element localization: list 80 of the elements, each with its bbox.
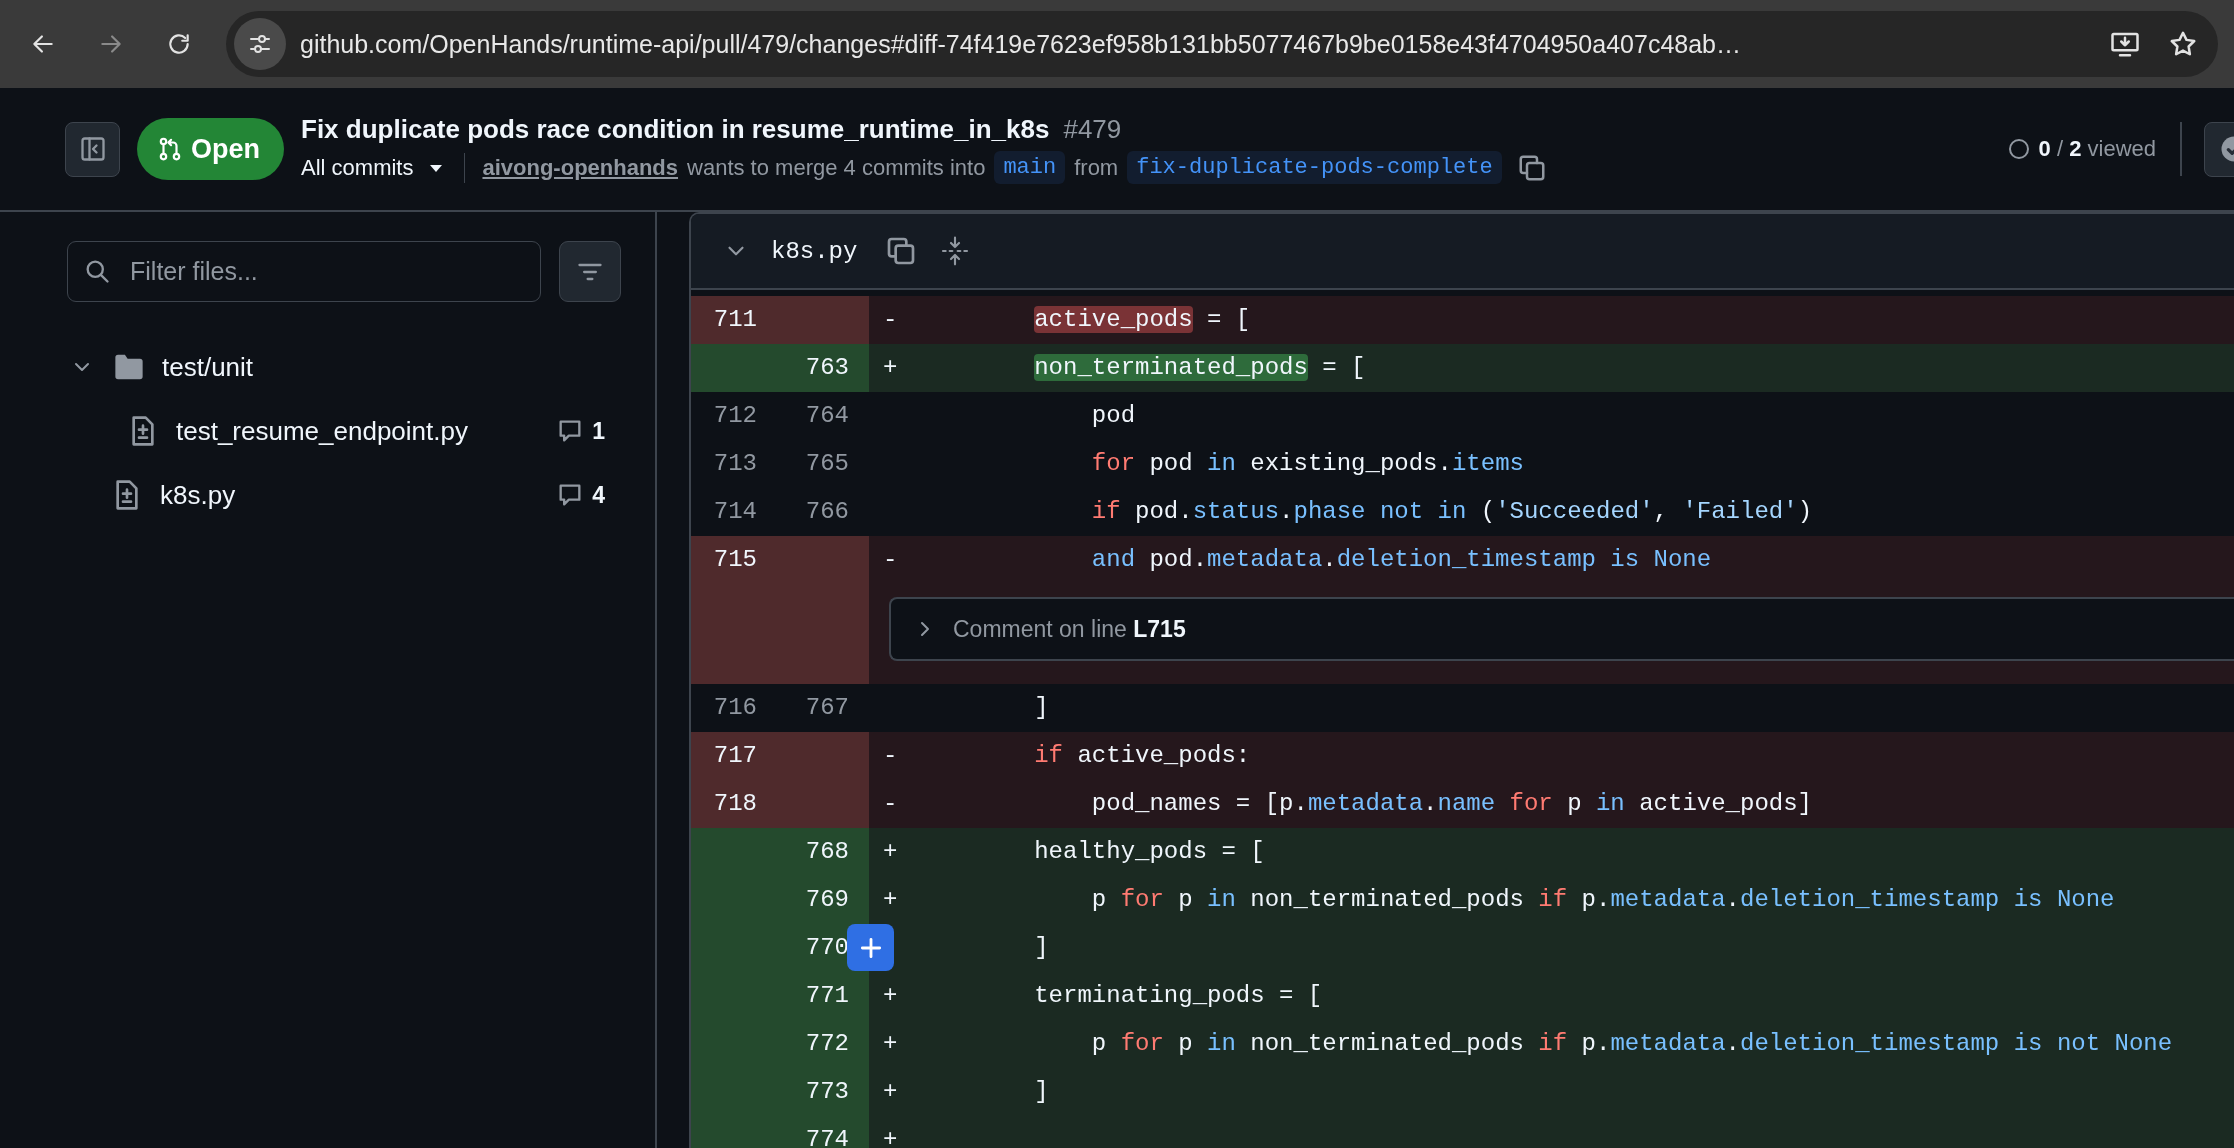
reload-icon: [166, 31, 192, 57]
file-tree-item[interactable]: k8s.py 4: [67, 463, 605, 527]
sliders-icon: [248, 32, 272, 56]
status-badge: Open: [137, 118, 284, 180]
from-text: from: [1074, 154, 1119, 181]
file-name: k8s.py: [771, 237, 858, 265]
pr-title: Fix duplicate pods race condition in resume_runtime_in_k8s: [301, 114, 1050, 145]
base-branch-label[interactable]: main: [994, 151, 1066, 184]
line-number: 771: [804, 981, 850, 1011]
diff-marker: +: [883, 981, 898, 1011]
line-number: 772: [804, 1029, 850, 1059]
author-link[interactable]: aivong-openhands: [482, 154, 679, 181]
file-tree-item[interactable]: test/unit: [67, 335, 605, 399]
line-number: 770: [804, 933, 850, 963]
file-name: test/unit: [162, 351, 255, 383]
code-line: if active_pods:: [1033, 742, 1251, 769]
diff-marker: +: [883, 353, 898, 383]
diff-marker: -: [883, 789, 898, 819]
line-number: 711: [712, 305, 758, 335]
circle-icon: [2006, 137, 2031, 161]
pull-request-icon: [157, 136, 183, 162]
file-tree-item[interactable]: test_resume_endpoint.py 1: [67, 399, 605, 463]
code-line: non_terminated_pods = [: [1033, 354, 1366, 381]
line-number: 767: [804, 693, 850, 723]
head-branch-label[interactable]: fix-duplicate-pods-complete: [1127, 151, 1502, 184]
comment-count: 1: [592, 417, 605, 445]
line-number: 717: [712, 741, 758, 771]
line-number: 765: [804, 449, 850, 479]
diff-marker: -: [883, 545, 898, 575]
line-number: 763: [804, 353, 850, 383]
line-number: 713: [712, 449, 758, 479]
line-number: 715: [712, 545, 758, 575]
code-line: terminating_pods = [: [1033, 982, 1323, 1009]
comment-count: 4: [592, 481, 605, 509]
code-line: ]: [1033, 1078, 1049, 1105]
filter-button[interactable]: [559, 241, 621, 302]
diff-marker: +: [883, 885, 898, 915]
code-line: healthy_pods = [: [1033, 838, 1265, 865]
address-bar[interactable]: github.com/OpenHands/runtime-api/pull/479/changes#diff-74f419e7623ef958b131bb5077467b9be0158e43f4704950a407c48ab…: [226, 11, 2218, 77]
file-name: k8s.py: [160, 479, 237, 511]
url-text: github.com/OpenHands/runtime-api/pull/479/changes#diff-74f419e7623ef958b131bb5077467b9be0158e43f4704950a407c48ab…: [300, 29, 1742, 59]
file-name: test_resume_endpoint.py: [176, 415, 469, 447]
line-number: 718: [712, 789, 758, 819]
sidebar-panel-icon: [78, 135, 107, 163]
comment-label: Comment on line L715: [953, 615, 1186, 643]
comment-thread[interactable]: Comment on line L715: [889, 597, 2234, 661]
pr-number: #479: [1063, 114, 1122, 145]
commits-dropdown[interactable]: All commits: [301, 154, 444, 181]
diff-marker: +: [883, 1029, 898, 1059]
line-number: 764: [804, 401, 850, 431]
caret-down-icon: [429, 162, 444, 173]
viewed-count: 0 / 2 viewed: [2038, 136, 2156, 162]
diff-marker: -: [883, 305, 898, 335]
merge-text: wants to merge 4 commits into: [687, 154, 986, 181]
code-line: pod: [1090, 402, 1136, 429]
code-line: ]: [1033, 934, 1049, 961]
site-info-button[interactable]: [234, 18, 286, 70]
line-number: 714: [712, 497, 758, 527]
code-line: p for p in non_terminated_pods if p.metadata.deletion_timestamp is not None: [1090, 1030, 2173, 1057]
sidebar-toggle-button[interactable]: [65, 121, 120, 177]
diff-marker: -: [883, 741, 898, 771]
code-line: if pod.status.phase not in ('Succeeded', 'Failed'): [1090, 498, 1813, 525]
filter-field[interactable]: Filter files...: [67, 241, 541, 302]
line-number: 766: [804, 497, 850, 527]
line-number: 773: [804, 1077, 850, 1107]
line-number: 769: [804, 885, 850, 915]
line-number: 774: [804, 1125, 850, 1148]
diff-marker: +: [883, 1125, 898, 1148]
folder-icon: [112, 352, 146, 382]
line-number: 712: [712, 401, 758, 431]
code-line: for pod in existing_pods.items: [1090, 450, 1524, 477]
line-number: 716: [712, 693, 758, 723]
line-number: 768: [804, 837, 850, 867]
code-line: and pod.metadata.deletion_timestamp is None: [1090, 546, 1712, 573]
code-line: pod_names = [p.metadata.name for p in active_pods]: [1090, 790, 1812, 817]
diff-marker: +: [883, 837, 898, 867]
add-comment-button[interactable]: [847, 924, 894, 971]
code-line: ]: [1033, 694, 1049, 721]
code-line: p for p in non_terminated_pods if p.metadata.deletion_timestamp is None: [1090, 886, 2115, 913]
diff-marker: +: [883, 1077, 898, 1107]
